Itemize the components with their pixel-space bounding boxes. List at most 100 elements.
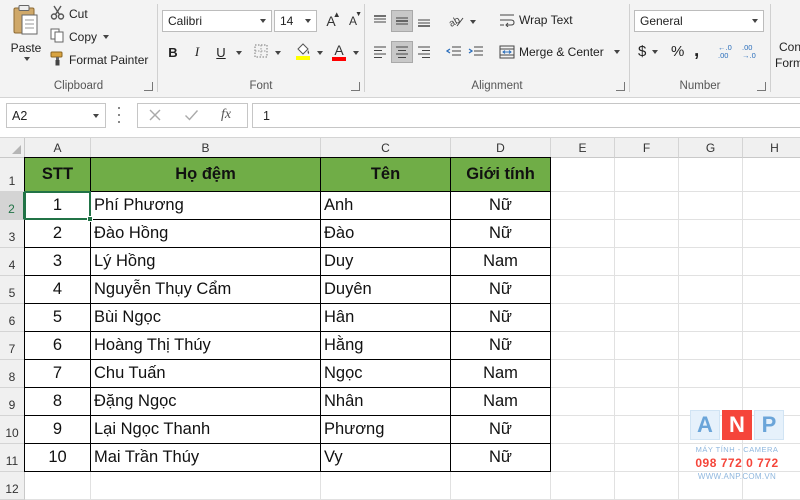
clipboard-launcher-icon[interactable] — [144, 82, 153, 91]
table-cell[interactable]: Đào — [321, 220, 451, 248]
table-cell[interactable]: Duyên — [321, 276, 451, 304]
increase-decimal-button[interactable]: ←.0 .00 — [718, 44, 738, 60]
select-all-button[interactable] — [0, 138, 25, 158]
font-color-button[interactable]: A — [328, 41, 350, 63]
italic-button[interactable]: I — [186, 41, 208, 63]
table-cell[interactable]: 10 — [25, 444, 91, 472]
table-cell[interactable]: 5 — [25, 304, 91, 332]
empty-cell[interactable] — [551, 332, 615, 360]
table-cell[interactable]: Ngọc — [321, 360, 451, 388]
font-name-dropdown[interactable]: Calibri — [162, 10, 272, 32]
table-cell[interactable]: Hoàng Thị Thúy — [91, 332, 321, 360]
align-left-button[interactable] — [369, 41, 391, 63]
table-header-cell[interactable]: Tên — [321, 158, 451, 192]
number-launcher-icon[interactable] — [757, 82, 766, 91]
currency-dropdown-icon[interactable] — [652, 49, 659, 54]
fill-handle[interactable] — [87, 216, 93, 222]
formula-bar-resize-handle[interactable] — [117, 107, 121, 123]
table-header-cell[interactable]: Họ đệm — [91, 158, 321, 192]
cut-button[interactable]: Cut — [50, 5, 88, 23]
column-header-f[interactable]: F — [615, 138, 679, 158]
paste-button[interactable]: Paste — [6, 4, 46, 68]
font-size-dropdown[interactable]: 14 — [274, 10, 317, 32]
row-header-9[interactable]: 9 — [0, 388, 25, 416]
empty-cell[interactable] — [551, 360, 615, 388]
table-cell[interactable]: Hằng — [321, 332, 451, 360]
table-cell[interactable]: Mai Trần Thúy — [91, 444, 321, 472]
empty-cell[interactable] — [743, 276, 800, 304]
table-cell[interactable]: Lý Hồng — [91, 248, 321, 276]
empty-cell[interactable] — [743, 220, 800, 248]
column-header-a[interactable]: A — [25, 138, 91, 158]
table-cell[interactable]: Nữ — [451, 304, 551, 332]
bold-button[interactable]: B — [162, 41, 184, 63]
empty-cell[interactable] — [551, 220, 615, 248]
empty-cell[interactable] — [679, 304, 743, 332]
table-cell[interactable]: 9 — [25, 416, 91, 444]
empty-cell[interactable] — [25, 472, 91, 500]
table-cell[interactable]: Chu Tuấn — [91, 360, 321, 388]
decrease-indent-button[interactable] — [443, 41, 465, 63]
empty-cell[interactable] — [679, 220, 743, 248]
name-box[interactable]: A2 — [6, 103, 106, 128]
name-box-arrow-icon[interactable] — [93, 114, 99, 118]
decrease-decimal-button[interactable]: .00 →.0 — [742, 44, 762, 60]
insert-function-icon[interactable]: fx — [221, 107, 231, 123]
empty-cell[interactable] — [743, 158, 800, 192]
merge-center-dropdown-icon[interactable] — [613, 50, 620, 54]
increase-indent-button[interactable] — [465, 41, 487, 63]
row-header-11[interactable]: 11 — [0, 444, 25, 472]
table-cell[interactable]: 4 — [25, 276, 91, 304]
underline-dropdown-icon[interactable] — [236, 51, 242, 55]
empty-cell[interactable] — [615, 444, 679, 472]
empty-cell[interactable] — [679, 360, 743, 388]
empty-cell[interactable] — [679, 158, 743, 192]
row-header-8[interactable]: 8 — [0, 360, 25, 388]
empty-cell[interactable] — [743, 304, 800, 332]
table-cell[interactable]: 6 — [25, 332, 91, 360]
empty-cell[interactable] — [551, 416, 615, 444]
fill-color-dropdown-icon[interactable] — [317, 51, 323, 55]
empty-cell[interactable] — [679, 276, 743, 304]
empty-cell[interactable] — [615, 248, 679, 276]
row-header-7[interactable]: 7 — [0, 332, 25, 360]
table-cell[interactable]: Phương — [321, 416, 451, 444]
empty-cell[interactable] — [551, 192, 615, 220]
number-format-dropdown[interactable]: General — [634, 10, 764, 32]
table-cell[interactable]: Nguyễn Thụy Cẩm — [91, 276, 321, 304]
empty-cell[interactable] — [551, 388, 615, 416]
empty-cell[interactable] — [551, 304, 615, 332]
table-cell[interactable]: Đào Hồng — [91, 220, 321, 248]
row-header-3[interactable]: 3 — [0, 220, 25, 248]
align-top-button[interactable] — [369, 10, 391, 32]
table-cell[interactable]: Nam — [451, 388, 551, 416]
column-header-b[interactable]: B — [91, 138, 321, 158]
empty-cell[interactable] — [615, 416, 679, 444]
empty-cell[interactable] — [91, 472, 321, 500]
borders-dropdown-icon[interactable] — [275, 51, 281, 55]
underline-button[interactable]: U — [210, 41, 232, 63]
column-header-d[interactable]: D — [451, 138, 551, 158]
font-color-dropdown-icon[interactable] — [353, 51, 359, 55]
align-middle-button[interactable] — [391, 10, 413, 32]
empty-cell[interactable] — [743, 332, 800, 360]
shrink-font-button[interactable]: A ▼ — [342, 10, 364, 32]
table-header-cell[interactable]: STT — [25, 158, 91, 192]
grow-font-button[interactable]: A ▲ — [320, 10, 342, 32]
comma-style-button[interactable]: , — [694, 40, 699, 62]
empty-cell[interactable] — [615, 360, 679, 388]
format-painter-button[interactable]: Format Painter — [50, 51, 148, 69]
paste-dropdown-icon[interactable] — [24, 57, 30, 61]
empty-cell[interactable] — [743, 248, 800, 276]
row-header-2[interactable]: 2 — [0, 192, 25, 220]
empty-cell[interactable] — [615, 276, 679, 304]
orientation-button[interactable]: ab — [445, 10, 467, 32]
empty-cell[interactable] — [615, 388, 679, 416]
row-header-6[interactable]: 6 — [0, 304, 25, 332]
font-launcher-icon[interactable] — [351, 82, 360, 91]
table-cell[interactable]: Nữ — [451, 220, 551, 248]
empty-cell[interactable] — [551, 248, 615, 276]
empty-cell[interactable] — [615, 158, 679, 192]
table-cell[interactable]: Nữ — [451, 192, 551, 220]
borders-button[interactable] — [250, 41, 272, 63]
